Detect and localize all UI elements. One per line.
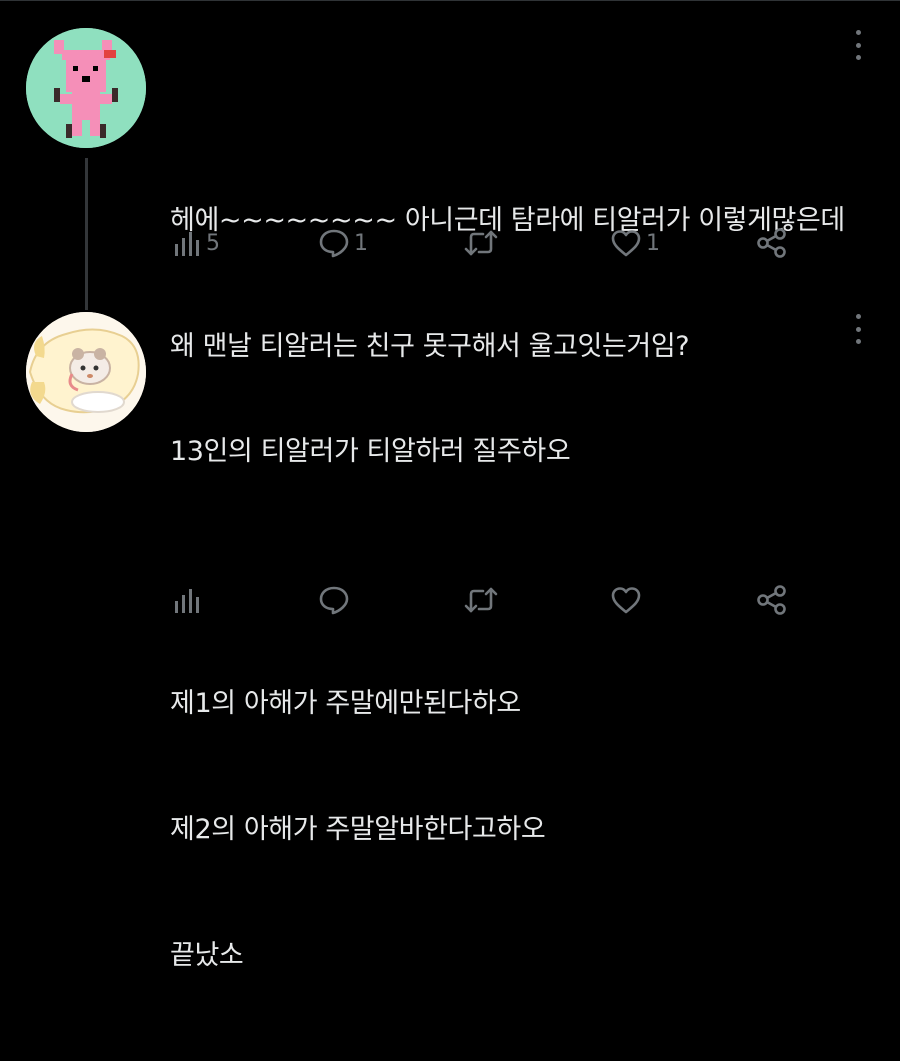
speech-bubble-icon <box>319 229 349 258</box>
views-button[interactable]: 5 <box>172 223 220 263</box>
pixel-rabbit-avatar-art <box>26 28 146 148</box>
post-text: 13인의 티알러가 티알하러 질주하오 제1의 아해가 주말에만된다하오 제2의… <box>170 347 571 1061</box>
repost-button[interactable] <box>463 580 499 620</box>
post-text-line: 제2의 아해가 주말알바한다고하오 <box>170 814 546 845</box>
heart-icon <box>611 230 641 257</box>
like-button[interactable]: 1 <box>610 223 660 263</box>
like-count: 1 <box>646 230 660 256</box>
repost-arrows-icon <box>464 230 498 256</box>
repost-button[interactable] <box>463 223 499 263</box>
post-actions: 5 1 1 <box>0 223 900 263</box>
post-actions <box>0 580 900 620</box>
reply-count: 1 <box>354 230 368 256</box>
post-text-line: 13인의 티알러가 티알하러 질주하오 <box>170 436 571 467</box>
more-options-icon[interactable] <box>854 314 862 344</box>
more-options-icon[interactable] <box>854 30 862 60</box>
views-count: 5 <box>206 230 220 256</box>
share-button[interactable] <box>755 580 789 620</box>
post-1[interactable]: 헤에~~~~~~~~ 아니근데 탐라에 티알러가 이렇게많은데 왜 맨날 티알러… <box>0 0 900 362</box>
reply-button[interactable] <box>318 580 350 620</box>
avatar[interactable] <box>26 28 146 148</box>
repost-arrows-icon <box>464 587 498 613</box>
share-button[interactable] <box>755 223 789 263</box>
post-2[interactable]: 13인의 티알러가 티알하러 질주하오 제1의 아해가 주말에만된다하오 제2의… <box>0 300 900 971</box>
post-text-line: 끝났소 <box>170 940 244 971</box>
share-icon <box>757 228 786 258</box>
bar-chart-icon <box>175 232 199 256</box>
thread-connector <box>85 158 88 310</box>
post-text-line: 제1의 아해가 주말에만된다하오 <box>170 688 521 719</box>
views-button[interactable] <box>172 580 202 620</box>
speech-bubble-icon <box>319 586 349 615</box>
illustrated-animals-avatar-art <box>26 312 146 432</box>
reply-button[interactable]: 1 <box>318 223 368 263</box>
like-button[interactable] <box>610 580 642 620</box>
avatar[interactable] <box>26 312 146 432</box>
share-icon <box>757 585 786 615</box>
heart-icon <box>611 587 641 614</box>
bar-chart-icon <box>175 589 199 613</box>
